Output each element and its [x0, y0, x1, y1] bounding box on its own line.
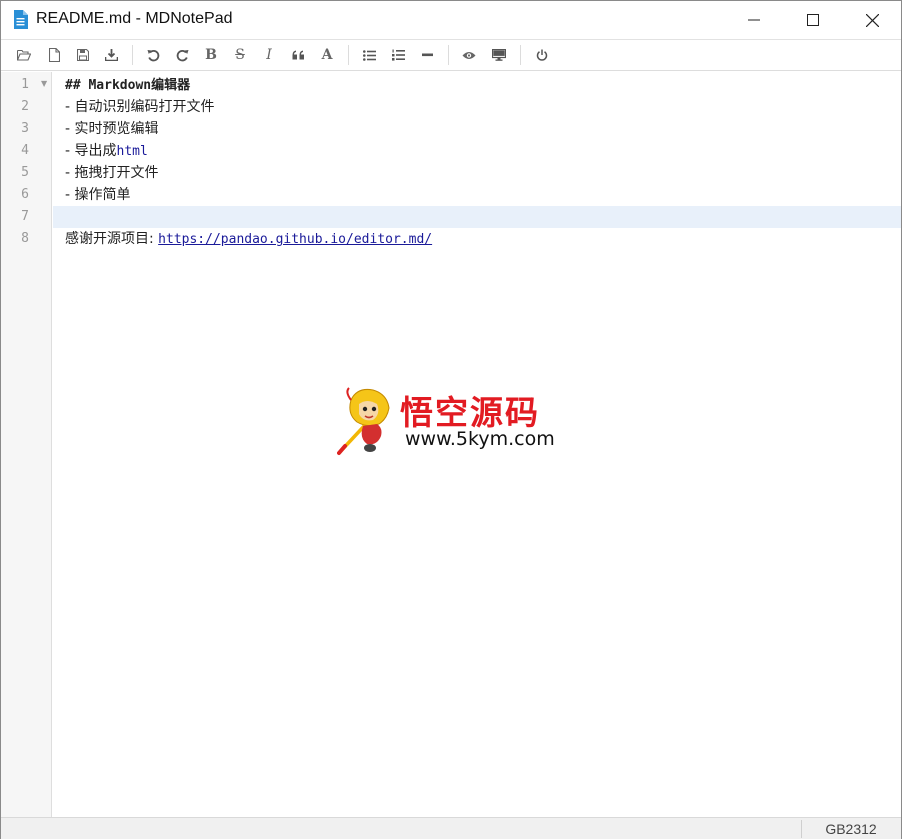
close-button[interactable]: [843, 1, 901, 39]
title-bar[interactable]: README.md - MDNotePad: [1, 1, 901, 39]
toolbar-divider: [448, 45, 449, 65]
watermark-url: www.5kym.com: [405, 428, 555, 450]
fold-arrow-icon[interactable]: ▼: [41, 79, 47, 88]
line-number: 6: [21, 187, 29, 202]
export-button[interactable]: [98, 42, 124, 68]
line-number: 3: [21, 121, 29, 136]
toolbar-divider: [132, 45, 133, 65]
app-window: README.md - MDNotePad B S I A 1 ▼ 2 3 4 …: [0, 0, 902, 839]
maximize-icon: [807, 14, 819, 26]
minimize-icon: [748, 19, 760, 21]
quote-icon: [292, 50, 304, 60]
fullscreen-button[interactable]: [486, 42, 512, 68]
code-line[interactable]: - 操作简单: [53, 184, 901, 206]
line-number: 1: [21, 77, 29, 92]
code-line[interactable]: - 导出成html: [53, 140, 901, 162]
monkey-king-logo-icon: [337, 387, 390, 455]
code-line[interactable]: - 自动识别编码打开文件: [53, 96, 901, 118]
open-file-button[interactable]: [11, 42, 37, 68]
code-line[interactable]: - 实时预览编辑: [53, 118, 901, 140]
eye-icon: [462, 51, 476, 59]
desktop-icon: [492, 49, 506, 61]
active-code-line[interactable]: [53, 206, 901, 228]
code-line[interactable]: 感谢开源项目: https://pandao.github.io/editor.…: [53, 228, 901, 250]
undo-button[interactable]: [140, 42, 166, 68]
list-ul-icon: [362, 49, 376, 61]
preview-button[interactable]: [456, 42, 482, 68]
list-item-text: - 实时预览编辑: [65, 121, 159, 137]
unordered-list-button[interactable]: [356, 42, 382, 68]
strikethrough-icon: S: [235, 47, 245, 63]
list-item-text: - 导出成: [65, 143, 117, 159]
new-file-button[interactable]: [41, 42, 67, 68]
list-item-text: - 操作简单: [65, 187, 131, 203]
toolbar: B S I A: [1, 39, 901, 71]
italic-icon: I: [266, 47, 272, 63]
bold-button[interactable]: B: [198, 42, 224, 68]
line-number: 5: [21, 165, 29, 180]
watermark: 悟空源码 www.5kym.com: [337, 386, 569, 458]
ordered-list-button[interactable]: [385, 42, 411, 68]
line-number: 4: [21, 143, 29, 158]
watermark-title: 悟空源码: [400, 393, 540, 432]
thanks-text: 感谢开源项目:: [65, 231, 159, 247]
line-number: 2: [21, 99, 29, 114]
exit-button[interactable]: [529, 42, 555, 68]
code-line[interactable]: ## Markdown编辑器: [53, 74, 901, 96]
document-icon: [14, 10, 28, 29]
close-icon: [865, 13, 879, 27]
bold-icon: B: [205, 47, 217, 63]
encoding-indicator[interactable]: GB2312: [801, 818, 901, 839]
project-link[interactable]: https://pandao.github.io/editor.md/: [158, 232, 432, 247]
redo-icon: [176, 49, 188, 61]
heading-text: ## Markdown编辑器: [65, 78, 191, 93]
quote-button[interactable]: [285, 42, 311, 68]
download-icon: [104, 49, 118, 61]
uppercase-button[interactable]: A: [314, 42, 340, 68]
list-ol-icon: [391, 49, 405, 61]
file-icon: [48, 48, 60, 62]
strikethrough-button[interactable]: S: [227, 42, 253, 68]
font-icon: A: [321, 47, 333, 63]
inline-code-text: html: [116, 144, 148, 159]
line-number: 8: [21, 231, 29, 246]
line-number-gutter: 1 ▼ 2 3 4 5 6 7 8: [1, 72, 52, 817]
power-icon: [536, 49, 548, 61]
line-number: 7: [21, 209, 29, 224]
toolbar-divider: [520, 45, 521, 65]
undo-icon: [147, 49, 159, 61]
toolbar-divider: [348, 45, 349, 65]
floppy-icon: [77, 49, 89, 61]
italic-button[interactable]: I: [256, 42, 282, 68]
status-bar: GB2312: [1, 817, 901, 839]
redo-button[interactable]: [169, 42, 195, 68]
list-item-text: - 自动识别编码打开文件: [65, 99, 215, 115]
save-button[interactable]: [70, 42, 96, 68]
window-title: README.md - MDNotePad: [36, 10, 233, 27]
minimize-button[interactable]: [725, 1, 783, 39]
code-line[interactable]: - 拖拽打开文件: [53, 162, 901, 184]
maximize-button[interactable]: [784, 1, 842, 39]
horizontal-rule-button[interactable]: [414, 42, 440, 68]
list-item-text: - 拖拽打开文件: [65, 165, 159, 181]
folder-open-icon: [17, 49, 31, 61]
minus-icon: [421, 53, 433, 57]
